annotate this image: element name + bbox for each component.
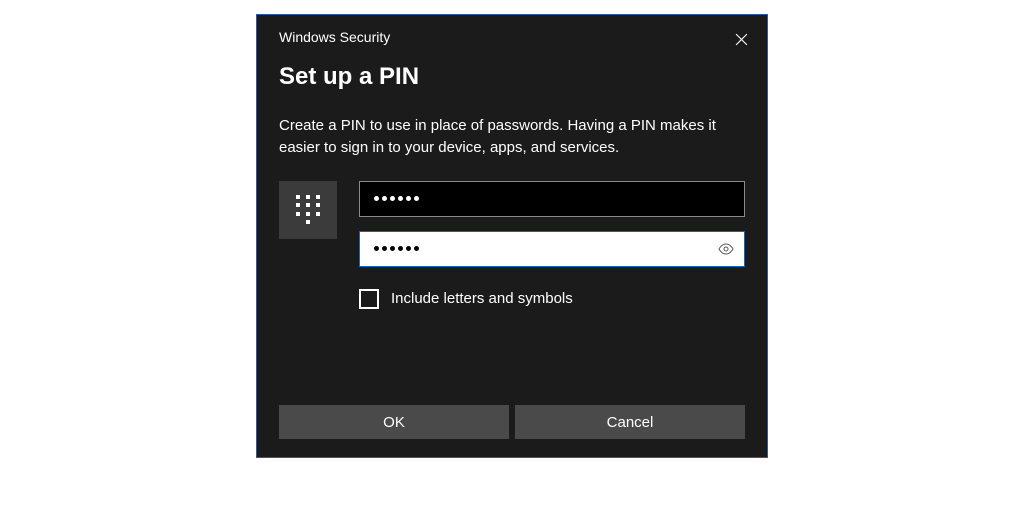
dialog-description: Create a PIN to use in place of password… xyxy=(279,115,739,159)
keypad-icon xyxy=(279,181,337,239)
windows-security-dialog: Windows Security Set up a PIN Create a P… xyxy=(256,14,768,458)
dialog-header: Windows Security xyxy=(257,15,767,45)
close-icon xyxy=(735,33,748,46)
dialog-buttons: OK Cancel xyxy=(279,405,745,439)
include-letters-row[interactable]: Include letters and symbols xyxy=(359,289,745,309)
app-name: Windows Security xyxy=(279,29,745,45)
close-button[interactable] xyxy=(727,25,755,53)
pin-inputs: Include letters and symbols xyxy=(359,181,745,309)
include-letters-label: Include letters and symbols xyxy=(391,290,573,307)
eye-icon xyxy=(718,243,734,255)
include-letters-checkbox[interactable] xyxy=(359,289,379,309)
pin-mask xyxy=(374,196,419,201)
confirm-pin-mask xyxy=(374,246,419,251)
new-pin-input[interactable] xyxy=(359,181,745,217)
confirm-pin-input[interactable] xyxy=(359,231,745,267)
pin-form: Include letters and symbols xyxy=(279,181,745,309)
cancel-button[interactable]: Cancel xyxy=(515,405,745,439)
reveal-pin-button[interactable] xyxy=(716,239,736,259)
ok-button[interactable]: OK xyxy=(279,405,509,439)
dialog-title: Set up a PIN xyxy=(279,63,745,91)
